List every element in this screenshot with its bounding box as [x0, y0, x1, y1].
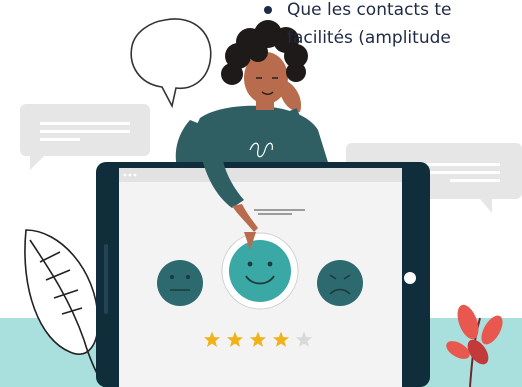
bullet-item: Que les contacts te facilités (amplitude [264, 0, 522, 52]
tablet-home-button [404, 272, 416, 284]
illustration: Que les contacts te facilités (amplitude [0, 0, 522, 387]
chat-bubble-left [20, 104, 150, 170]
bullet-line-2: facilités (amplitude [287, 28, 451, 48]
face-sad-left [157, 260, 203, 306]
bullet-list: Que les contacts te facilités (amplitude [264, 0, 522, 52]
bullet-dot [264, 6, 272, 14]
feedback-illustration [0, 18, 522, 387]
tablet-side-button [104, 244, 108, 314]
speech-bubble-outline [130, 18, 212, 109]
face-happy-selected [221, 232, 299, 310]
bullet-line-1: Que les contacts te [287, 0, 452, 20]
face-unhappy-right [317, 260, 363, 306]
